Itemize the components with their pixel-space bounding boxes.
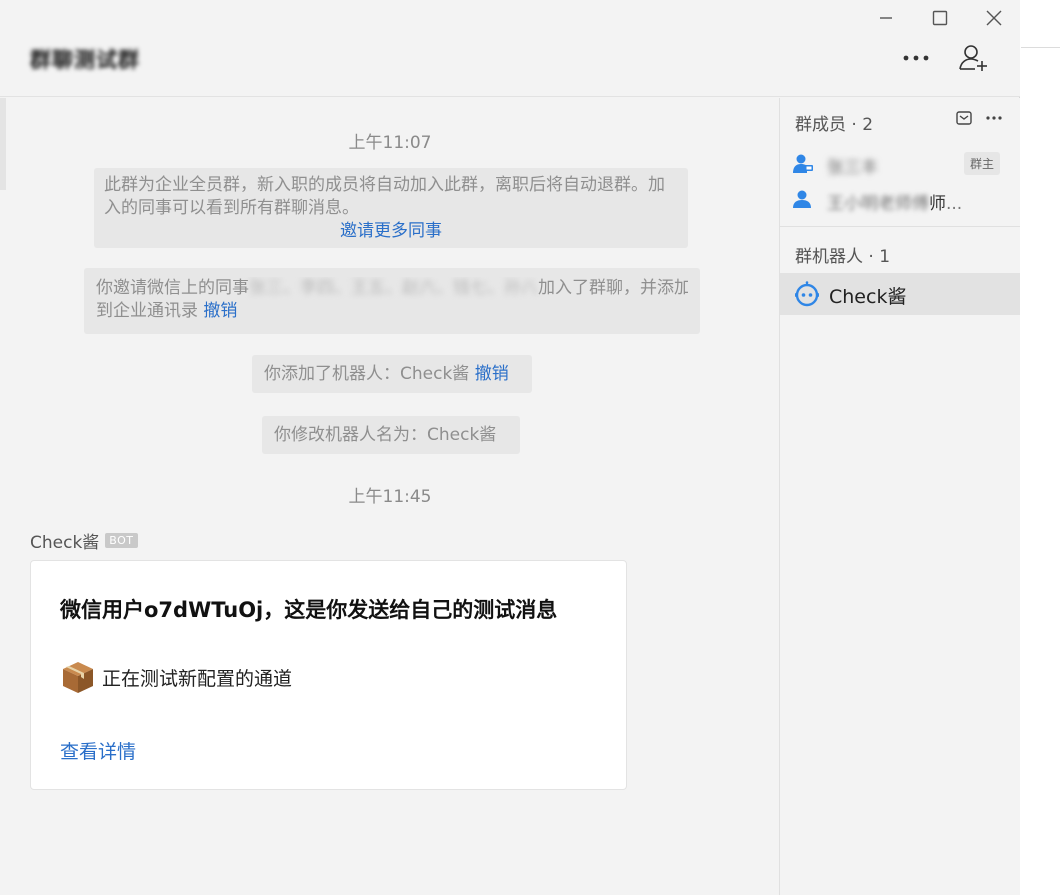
add-user-icon [959,45,987,71]
invited-names-blurred: 张三、李四、王五、赵六、钱七、孙八 [249,278,538,298]
more-dots-icon [903,55,929,61]
member-name-ellipsis: ... [946,194,963,214]
minimize-icon [880,17,892,19]
message-sender: Check酱 BOT [30,528,138,553]
minimize-button[interactable] [873,6,899,30]
system-message-welcome: 此群为企业全员群，新入职的成员将自动加入此群，离职后将自动退群。加入的同事可以看… [94,168,688,248]
maximize-icon [932,10,948,26]
group-info-panel: 群成员 · 2 张三丰 群主 王小明老师傅师... 群机器人 · 1 Check… [779,98,1020,895]
robots-header: 群机器人 · 1 [795,247,891,267]
admin-user-icon [793,154,813,173]
member-item[interactable]: 王小明老师傅师... [780,184,1020,214]
owner-badge: 群主 [964,152,1001,175]
timestamp: 上午11:45 [348,487,432,507]
more-dots-icon [986,116,1002,120]
add-bot-text: 你添加了机器人：Check酱 [264,364,470,384]
package-icon [63,662,93,693]
rename-bot-text: 你修改机器人名为：Check酱 [274,425,497,445]
invite-line2: 到企业通讯录 [96,301,198,321]
chat-title: 群聊测试群 [30,42,139,72]
more-options-button[interactable] [900,42,932,74]
background-strip [1021,0,1060,895]
undo-invite-link[interactable]: 撤销 [203,301,237,321]
message-card[interactable]: 微信用户o7dWTuOj，这是你发送给自己的测试消息 正在测试新配置的通道 查看… [30,560,627,790]
mail-icon [956,111,972,125]
member-name-row: 王小明老师傅师... [827,189,962,214]
system-message-add-bot: 你添加了机器人：Check酱 撤销 [252,355,532,393]
bot-badge: BOT [105,533,138,548]
card-title: 微信用户o7dWTuOj，这是你发送给自己的测试消息 [60,598,558,622]
card-body: 正在测试新配置的通道 [60,659,292,695]
timestamp: 上午11:07 [348,133,432,153]
add-member-button[interactable] [958,42,990,74]
system-message-rename-bot: 你修改机器人名为：Check酱 [262,416,520,454]
chat-window: 群聊测试群 上午11:07 此群为企业全员群，新入职的成员将自动加入此群，离职后… [0,0,1020,895]
chat-title-text: 群聊测试群 [30,48,140,72]
title-bar: 群聊测试群 [0,0,1020,97]
section-divider [780,226,1020,227]
robot-name: Check酱 [829,286,907,308]
members-header: 群成员 · 2 [795,115,874,135]
card-body-text: 正在测试新配置的通道 [102,667,293,690]
robot-icon [795,281,819,307]
close-icon [986,10,1002,26]
sender-name[interactable]: Check酱 [30,528,99,553]
members-more-button[interactable] [983,107,1005,129]
invite-prefix: 你邀请微信上的同事 [96,278,249,298]
system-message-invite: 你邀请微信上的同事张三、李四、王五、赵六、钱七、孙八加入了群聊，并添加 到企业通… [84,268,700,334]
user-icon [793,190,811,208]
invite-more-link[interactable]: 邀请更多同事 [340,221,442,241]
mail-button[interactable] [953,107,975,129]
member-name: 王小明老师傅 [827,194,929,214]
maximize-button[interactable] [927,6,953,30]
invite-suffix: 加入了群聊，并添加 [538,278,688,298]
member-name-visible: 师 [929,194,946,214]
member-name: 张三丰 [827,158,878,178]
view-details-link[interactable]: 查看详情 [60,737,136,764]
system-message-text: 此群为企业全员群，新入职的成员将自动加入此群，离职后将自动退群。加入的同事可以看… [104,175,665,218]
close-window-button[interactable] [981,6,1007,30]
undo-add-bot-link[interactable]: 撤销 [475,364,509,384]
member-item[interactable]: 张三丰 群主 [780,148,1020,178]
robot-item[interactable]: Check酱 [780,273,1020,315]
